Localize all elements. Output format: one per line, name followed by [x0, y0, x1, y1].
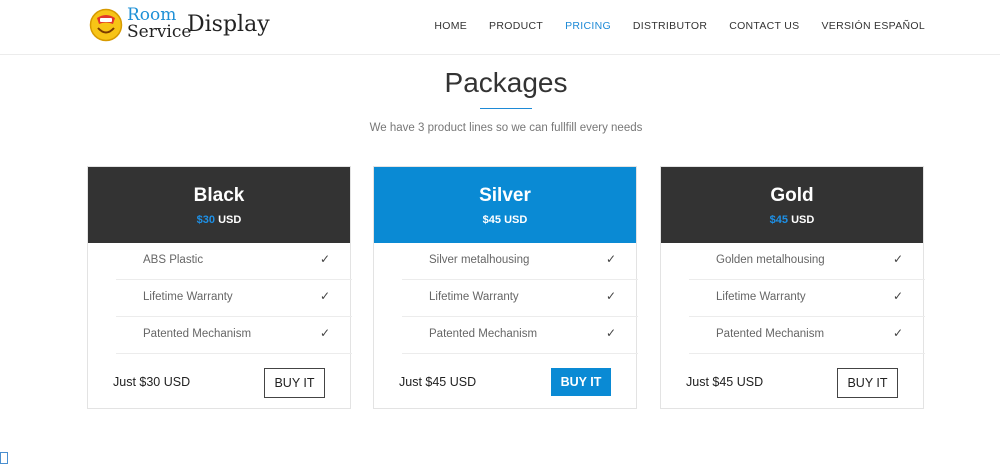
- plan-price-currency: USD: [504, 214, 528, 226]
- plan-price: $45 USD: [661, 214, 923, 226]
- feature-label: Patented Mechanism: [143, 328, 252, 340]
- feature-item: Lifetime Warranty ✓: [402, 280, 638, 317]
- plan-header: Silver $45 USD: [374, 167, 636, 243]
- buy-button-black[interactable]: BUY IT: [264, 368, 325, 398]
- feature-list: Silver metalhousing ✓ Lifetime Warranty ✓ …: [402, 243, 638, 354]
- plan-price-currency: USD: [791, 214, 815, 226]
- plan-price: $30 USD: [88, 214, 350, 226]
- feature-label: Patented Mechanism: [716, 328, 825, 340]
- smiley-logo-icon: [89, 8, 123, 42]
- site-header: Room Service Display HOME PRODUCT PRICIN…: [0, 0, 1000, 55]
- feature-item: Lifetime Warranty ✓: [689, 280, 925, 317]
- check-icon: ✓: [605, 252, 616, 266]
- footer-price: Just $45 USD: [399, 375, 477, 389]
- nav-contact-us[interactable]: CONTACT US: [729, 20, 799, 32]
- plan-footer: Just $30 USD BUY IT: [88, 354, 350, 410]
- brand-logo[interactable]: Room Service Display: [89, 7, 270, 43]
- plan-footer: Just $45 USD BUY IT: [374, 354, 636, 410]
- feature-label: Golden metalhousing: [716, 254, 825, 266]
- plan-header: Black $30 USD: [88, 167, 350, 243]
- check-icon: ✓: [892, 326, 903, 340]
- plan-price-amount: $30: [196, 214, 216, 226]
- nav-spanish-version[interactable]: VERSIÓN ESPAÑOL: [821, 20, 925, 32]
- feature-label: Lifetime Warranty: [143, 291, 233, 303]
- nav-distributor[interactable]: DISTRIBUTOR: [633, 20, 707, 32]
- plan-card-gold: Gold $45 USD Golden metalhousing ✓ Lifeti…: [660, 166, 925, 410]
- feature-item: Patented Mechanism ✓: [689, 317, 925, 354]
- footer-price: Just $45 USD: [686, 375, 764, 389]
- nav-product[interactable]: PRODUCT: [489, 20, 543, 32]
- check-icon: ✓: [319, 289, 330, 303]
- plan-price: $45 USD: [374, 214, 636, 226]
- feature-item: Lifetime Warranty ✓: [116, 280, 352, 317]
- brand-service: Service: [127, 22, 192, 42]
- plan-card-silver: Silver $45 USD Silver metalhousing ✓ Life…: [373, 166, 638, 410]
- buy-button-silver[interactable]: BUY IT: [551, 368, 611, 396]
- section-subtitle: We have 3 product lines so we can fullfi…: [369, 122, 643, 134]
- feature-label: Lifetime Warranty: [716, 291, 806, 303]
- plan-name: Gold: [770, 185, 814, 206]
- plan-price-currency: USD: [218, 214, 242, 226]
- main-nav: HOME PRODUCT PRICING DISTRIBUTOR CONTACT…: [412, 20, 925, 32]
- title-divider: [480, 108, 532, 109]
- feature-label: Patented Mechanism: [429, 328, 538, 340]
- feature-item: ABS Plastic ✓: [116, 243, 352, 280]
- feature-list: ABS Plastic ✓ Lifetime Warranty ✓ Patented…: [116, 243, 352, 354]
- feature-item: Golden metalhousing ✓: [689, 243, 925, 280]
- plan-price-amount: $45: [769, 214, 789, 226]
- brand-display: Display: [187, 12, 270, 37]
- page-corner-icon: [0, 452, 8, 464]
- plan-footer: Just $45 USD BUY IT: [661, 354, 923, 410]
- check-icon: ✓: [892, 252, 903, 266]
- section-title: Packages: [444, 67, 568, 98]
- feature-item: Patented Mechanism ✓: [116, 317, 352, 354]
- plan-name: Black: [193, 185, 245, 206]
- plan-name: Silver: [479, 185, 531, 206]
- check-icon: ✓: [319, 252, 330, 266]
- feature-item: Patented Mechanism ✓: [402, 317, 638, 354]
- plan-card-black: Black $30 USD ABS Plastic ✓ Lifetime Warr…: [87, 166, 352, 410]
- feature-list: Golden metalhousing ✓ Lifetime Warranty ✓ …: [689, 243, 925, 354]
- check-icon: ✓: [319, 326, 330, 340]
- check-icon: ✓: [605, 289, 616, 303]
- feature-label: ABS Plastic: [143, 254, 204, 266]
- nav-pricing[interactable]: PRICING: [565, 20, 611, 32]
- feature-item: Silver metalhousing ✓: [402, 243, 638, 280]
- feature-label: Lifetime Warranty: [429, 291, 519, 303]
- check-icon: ✓: [605, 326, 616, 340]
- check-icon: ✓: [892, 289, 903, 303]
- feature-label: Silver metalhousing: [429, 254, 530, 266]
- plan-header: Gold $45 USD: [661, 167, 923, 243]
- plan-price-amount: $45: [482, 214, 502, 226]
- buy-button-gold[interactable]: BUY IT: [837, 368, 898, 398]
- nav-home[interactable]: HOME: [434, 20, 467, 32]
- footer-price: Just $30 USD: [113, 375, 191, 389]
